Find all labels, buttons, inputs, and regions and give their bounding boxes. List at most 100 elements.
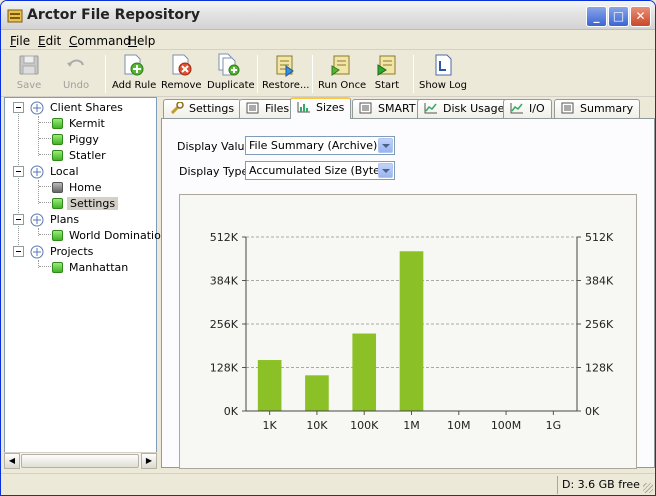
window-title: Arctor File Repository xyxy=(27,7,201,23)
start-icon xyxy=(377,55,396,76)
tree-item-piggy[interactable]: Piggy xyxy=(52,132,152,147)
scroll-left-icon[interactable]: ◀ xyxy=(4,453,20,469)
x-tick-label: 1M xyxy=(403,419,420,432)
start-button[interactable]: Start xyxy=(371,53,403,91)
y-tick-label: 0K xyxy=(224,405,239,418)
toolbar: Save Undo Add Rule Remove Duplicate Rest… xyxy=(1,51,655,97)
minimize-button[interactable]: _ xyxy=(586,6,607,27)
display-value-select[interactable]: File Summary (Archive) xyxy=(245,136,395,155)
x-tick-label: 10M xyxy=(447,419,471,432)
y-tick-label: 512K xyxy=(210,231,239,244)
tab-strip: Settings Files Sizes SMART Disk Usage I/… xyxy=(161,97,655,119)
sizes-panel: Display Value File Summary (Archive) Dis… xyxy=(161,118,655,469)
chevron-down-icon[interactable] xyxy=(378,163,393,178)
display-type-label: Display Type xyxy=(179,165,249,178)
maximize-button[interactable]: □ xyxy=(608,6,629,27)
status-ok-icon xyxy=(52,230,63,241)
group-icon xyxy=(30,245,44,259)
show-log-button[interactable]: Show Log xyxy=(419,53,467,91)
tree-item-world-domination[interactable]: World Domination xyxy=(52,228,168,243)
run-once-button[interactable]: Run Once xyxy=(318,53,366,91)
tab-smart[interactable]: SMART xyxy=(352,99,423,118)
restore-button[interactable]: Restore... xyxy=(262,53,309,91)
chevron-down-icon[interactable] xyxy=(378,138,393,153)
tab-disk-usage[interactable]: Disk Usage xyxy=(417,99,512,118)
list-icon xyxy=(359,102,372,114)
disk-free-status: D: 3.6 GB free xyxy=(557,476,653,494)
line-chart-icon xyxy=(510,103,523,114)
duplicate-button[interactable]: Duplicate xyxy=(207,53,255,91)
size-bar-chart: 0K 0K 128K 128K 256K 256K 384K 384K 512K 512K 1K 10… xyxy=(210,231,614,432)
scroll-right-icon[interactable]: ▶ xyxy=(141,453,157,469)
status-ok-icon xyxy=(52,150,63,161)
tree-horizontal-scrollbar[interactable]: ◀ ▶ xyxy=(4,452,157,469)
group-icon xyxy=(30,165,44,179)
y-tick-label: 128K xyxy=(210,362,239,375)
x-tick-label: 100K xyxy=(350,419,379,432)
menu-edit[interactable]: Edit xyxy=(38,34,61,48)
y-tick-label-right: 128K xyxy=(585,362,614,375)
remove-icon xyxy=(172,54,192,76)
duplicate-icon xyxy=(218,53,240,76)
remove-button[interactable]: Remove xyxy=(161,53,202,91)
menu-command[interactable]: Command xyxy=(69,34,131,48)
undo-icon xyxy=(67,59,84,67)
rule-tree[interactable]: Client Shares Kermit Piggy Statler Local… xyxy=(4,97,168,468)
y-tick-label-right: 0K xyxy=(585,405,600,418)
tab-files[interactable]: Files xyxy=(239,99,297,118)
tree-item-statler[interactable]: Statler xyxy=(52,148,152,163)
tab-settings[interactable]: Settings xyxy=(163,99,242,118)
status-ok-icon xyxy=(52,198,63,209)
menu-file[interactable]: File xyxy=(10,34,30,48)
tree-item-kermit[interactable]: Kermit xyxy=(52,116,152,131)
tab-sizes[interactable]: Sizes xyxy=(290,97,352,119)
tree-item-settings[interactable]: Settings xyxy=(52,196,152,211)
wrench-icon xyxy=(170,102,184,114)
collapse-icon[interactable] xyxy=(13,246,24,257)
y-tick-label: 256K xyxy=(210,318,239,331)
files-icon xyxy=(246,102,259,114)
line-chart-icon xyxy=(424,103,437,114)
title-bar: Arctor File Repository _ □ ✕ xyxy=(1,1,655,30)
tab-summary[interactable]: Summary xyxy=(554,99,641,118)
tree-item-manhattan[interactable]: Manhattan xyxy=(52,260,152,275)
add-rule-icon xyxy=(124,54,144,76)
app-window: Arctor File Repository _ □ ✕ File Edit C… xyxy=(0,0,656,496)
collapse-icon[interactable] xyxy=(13,102,24,113)
list-icon xyxy=(561,102,574,114)
bar-10K xyxy=(305,375,329,411)
display-type-select[interactable]: Accumulated Size (Byte) xyxy=(245,161,395,180)
display-value-label: Display Value xyxy=(177,140,252,153)
y-tick-label-right: 256K xyxy=(585,318,614,331)
x-tick-label: 100M xyxy=(491,419,521,432)
tab-io[interactable]: I/O xyxy=(503,99,552,118)
status-ok-icon xyxy=(52,262,63,273)
close-button[interactable]: ✕ xyxy=(630,6,651,27)
restore-icon xyxy=(276,55,294,77)
collapse-icon[interactable] xyxy=(13,166,24,177)
y-tick-label-right: 384K xyxy=(585,275,614,288)
resize-grip-icon[interactable] xyxy=(643,483,653,493)
group-icon xyxy=(30,213,44,227)
run-once-icon xyxy=(331,55,350,76)
status-ok-icon xyxy=(52,134,63,145)
undo-button[interactable]: Undo xyxy=(58,53,94,91)
menu-help[interactable]: Help xyxy=(128,34,155,48)
save-icon xyxy=(19,55,39,75)
bar-100K xyxy=(352,333,377,411)
save-button[interactable]: Save xyxy=(11,53,47,91)
bar-1M xyxy=(399,251,424,411)
log-icon xyxy=(435,54,452,76)
collapse-icon[interactable] xyxy=(13,214,24,225)
status-idle-icon xyxy=(52,182,63,193)
chart-area: 0K 0K 128K 128K 256K 256K 384K 384K 512K 512K 1K 10… xyxy=(179,194,637,469)
x-tick-label: 1K xyxy=(263,419,278,432)
group-icon xyxy=(30,101,44,115)
y-tick-label: 384K xyxy=(210,275,239,288)
x-tick-label: 10K xyxy=(306,419,328,432)
scrollbar-thumb[interactable] xyxy=(21,454,139,468)
add-rule-button[interactable]: Add Rule xyxy=(112,53,156,91)
app-icon xyxy=(7,9,23,23)
tree-item-home[interactable]: Home xyxy=(52,180,152,195)
x-tick-label: 1G xyxy=(546,419,562,432)
